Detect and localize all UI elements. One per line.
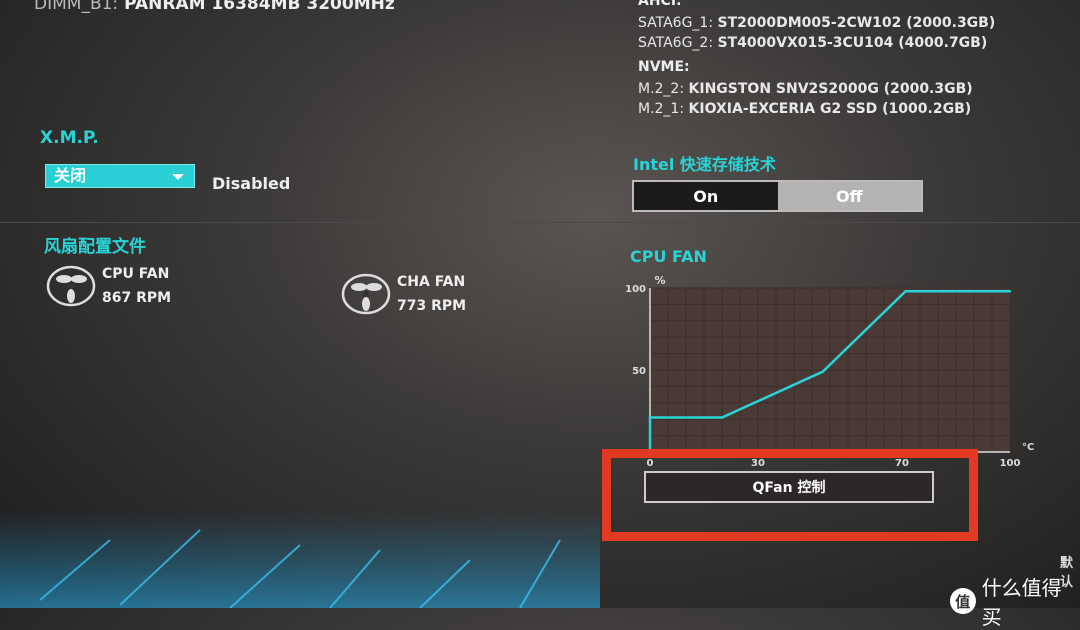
dimm-info: DIMM_B1: PANRAM 16384MB 3200MHz [34, 0, 395, 14]
fan-rpm: 867 RPM [102, 290, 172, 306]
port: M.2_2: [638, 81, 685, 97]
y-axis-label: % [654, 274, 665, 287]
fan-icon [341, 273, 391, 315]
cha-fan-item: CHA FAN 773 RPM [341, 270, 466, 318]
annotation-highlight-box [602, 449, 978, 541]
y-tick-label: 100 [625, 284, 646, 295]
cpu-fan-item: CPU FAN 867 RPM [46, 262, 171, 310]
fan-name: CHA FAN [397, 274, 466, 290]
irst-label: Intel 快速存储技术 [633, 155, 776, 174]
watermark: 值 什么值得买 [950, 572, 1080, 630]
x-tick-label: 100 [1000, 458, 1021, 469]
fan-curve-point [648, 416, 652, 419]
device: KINGSTON SNV2S2000G (2000.3GB) [688, 81, 973, 97]
irst-toggle[interactable]: On Off [632, 180, 923, 212]
nvme-label: NVME: [638, 59, 690, 75]
fan-curve-chart[interactable]: 100500 30 70 100%°C [600, 262, 1040, 472]
fan-icon [46, 265, 96, 307]
xmp-status: Disabled [212, 174, 291, 193]
y-tick-label: 50 [632, 366, 646, 377]
fan-name: CPU FAN [102, 266, 170, 282]
fan-rpm: 773 RPM [397, 298, 467, 314]
sata-2: SATA6G_2: ST4000VX015-3CU104 (4000.7GB) [638, 34, 987, 53]
port: SATA6G_1: [638, 15, 714, 31]
nvme-1: M.2_2: KINGSTON SNV2S2000G (2000.3GB) [638, 80, 973, 99]
nvme-2: M.2_1: KIOXIA-EXCERIA G2 SSD (1000.2GB) [638, 100, 971, 119]
device: KIOXIA-EXCERIA G2 SSD (1000.2GB) [688, 101, 972, 117]
irst-on-option[interactable]: On [634, 182, 778, 210]
dimm-slot-label: DIMM_B1: [34, 0, 119, 14]
fan-profile-title: 风扇配置文件 [44, 237, 146, 257]
device: ST2000DM005-2CW102 (2000.3GB) [717, 15, 996, 31]
sata-1: SATA6G_1: ST2000DM005-2CW102 (2000.3GB) [638, 14, 995, 33]
divider [0, 222, 1080, 223]
x-axis-label: °C [1022, 442, 1034, 453]
watermark-logo: 值 [950, 588, 976, 614]
ahci-label: AHCI: [638, 0, 682, 9]
watermark-text: 什么值得买 [981, 576, 1062, 629]
port: M.2_1: [638, 101, 685, 117]
irst-off-option[interactable]: Off [777, 182, 921, 210]
xmp-dropdown[interactable]: 关闭 [45, 164, 195, 188]
chevron-down-icon [172, 174, 184, 180]
fan-curve-point [904, 290, 907, 293]
xmp-label: X.M.P. [40, 128, 99, 148]
device: ST4000VX015-3CU104 (4000.7GB) [717, 35, 988, 51]
fan-curve-point [821, 370, 824, 373]
fan-curve-point [1008, 290, 1012, 293]
background-light-decoration [0, 510, 600, 608]
port: SATA6G_2: [638, 35, 714, 51]
fan-curve-point [720, 416, 724, 419]
dimm-value: PANRAM 16384MB 3200MHz [124, 0, 395, 14]
xmp-selected-value: 关闭 [54, 166, 87, 185]
